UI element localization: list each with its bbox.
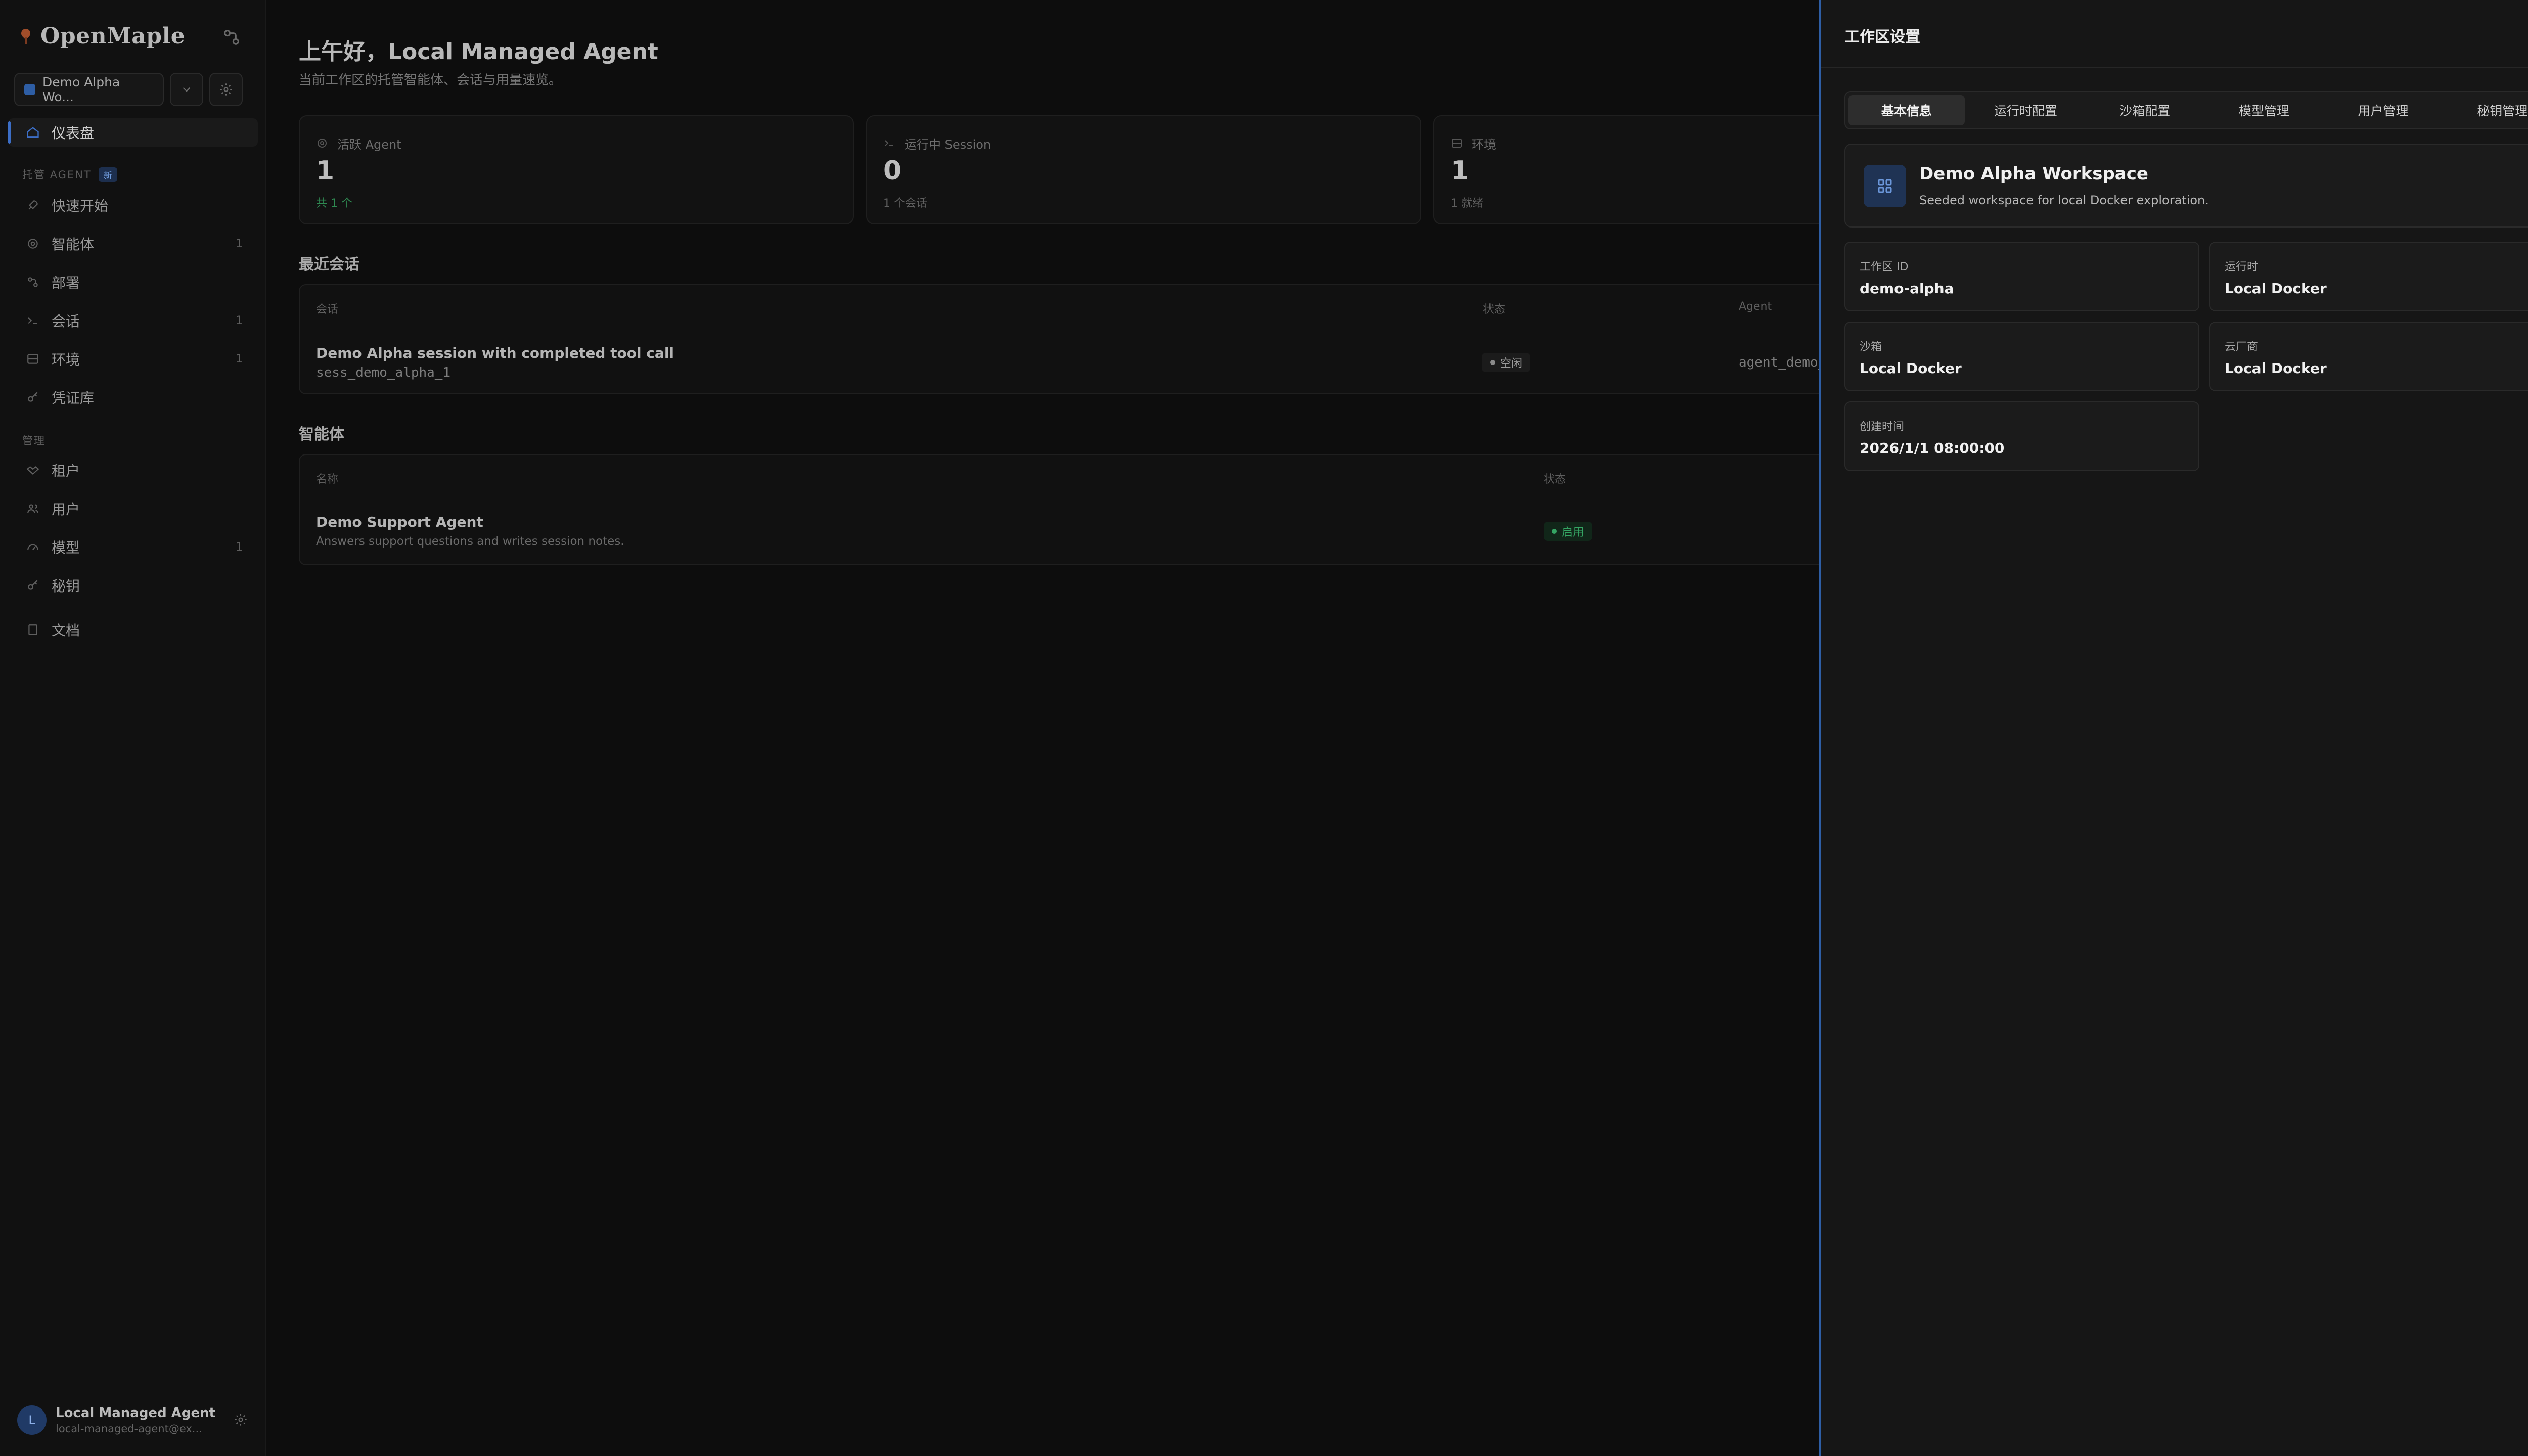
tab-secret-management[interactable]: 秘钥管理 <box>2444 95 2528 125</box>
tab-basic-info[interactable]: 基本信息 <box>1848 95 1965 125</box>
workspace-settings-panel: 工作区设置 基本信息 运行时配置 沙箱配置 模型管理 用户管理 秘钥管理 Dem… <box>1819 0 2528 1456</box>
field-value: demo-alpha <box>1860 280 1954 297</box>
field-value: Local Docker <box>2225 280 2327 297</box>
field-label: 云厂商 <box>2225 341 2259 353</box>
settings-tabs: 基本信息 运行时配置 沙箱配置 模型管理 用户管理 秘钥管理 <box>1844 91 2528 129</box>
field-label: 沙箱 <box>1860 341 1882 353</box>
tab-runtime-config[interactable]: 运行时配置 <box>1968 95 2084 125</box>
workspace-name: Demo Alpha Workspace <box>1919 164 2148 184</box>
field-value: 2026/1/1 08:00:00 <box>1860 440 2005 457</box>
workspace-description: Seeded workspace for local Docker explor… <box>1919 193 2209 207</box>
field-workspace-id: 工作区 ID demo-alpha <box>1844 242 2199 311</box>
field-value: Local Docker <box>2225 360 2327 377</box>
field-label: 创建时间 <box>1860 421 1905 433</box>
field-created-at: 创建时间 2026/1/1 08:00:00 <box>1844 401 2199 471</box>
workspace-summary-card: Demo Alpha Workspace Seeded workspace fo… <box>1844 144 2528 228</box>
field-label: 工作区 ID <box>1860 261 1909 274</box>
app-root: OpenMaple Demo Alpha Wo... 仪表盘 托管 AGENT … <box>0 0 2528 1456</box>
tab-sandbox-config[interactable]: 沙箱配置 <box>2087 95 2203 125</box>
panel-header: 工作区设置 <box>1821 0 2528 68</box>
field-runtime: 运行时 Local Docker <box>2209 242 2528 311</box>
grid-icon <box>1864 165 1906 207</box>
tab-user-management[interactable]: 用户管理 <box>2325 95 2442 125</box>
field-cloud-provider: 云厂商 Local Docker <box>2209 322 2528 391</box>
field-value: Local Docker <box>1860 360 1962 377</box>
panel-title: 工作区设置 <box>1844 28 1920 46</box>
field-sandbox: 沙箱 Local Docker <box>1844 322 2199 391</box>
tab-model-management[interactable]: 模型管理 <box>2206 95 2322 125</box>
field-label: 运行时 <box>2225 261 2259 274</box>
